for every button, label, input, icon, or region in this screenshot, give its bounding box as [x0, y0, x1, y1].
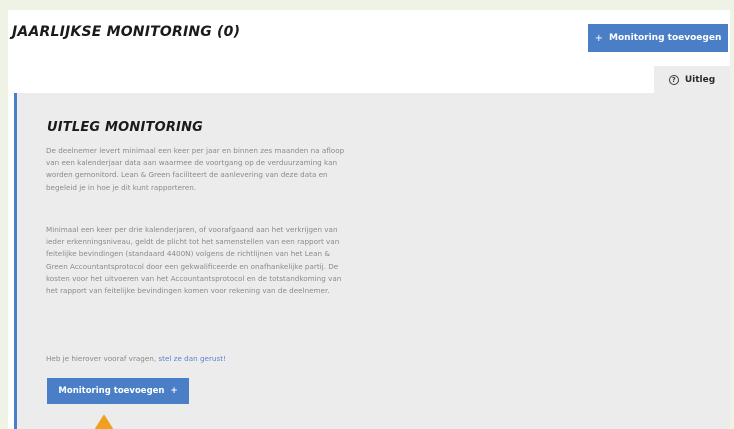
- explanation-paragraph-2: Minimaal een keer per drie kalenderjaren…: [46, 225, 342, 296]
- contact-link[interactable]: stel ze dan gerust!: [158, 354, 226, 363]
- help-circle-icon: ?: [668, 75, 679, 85]
- add-monitoring-label: Monitoring toevoegen: [609, 33, 722, 43]
- plus-icon: +: [594, 32, 604, 44]
- annotation-arrow-icon: [94, 415, 114, 429]
- explanation-box: UITLEG MONITORING De deelnemer levert mi…: [14, 93, 730, 429]
- page-title: JAARLIJKSE MONITORING (0): [12, 24, 241, 40]
- tab-uitleg[interactable]: ? Uitleg: [654, 66, 730, 94]
- add-monitoring-bottom-button[interactable]: Monitoring toevoegen +: [47, 378, 189, 404]
- explanation-paragraph-3: Heb je hierover vooraf vragen, stel ze d…: [46, 353, 346, 365]
- tab-uitleg-label: Uitleg: [684, 75, 716, 85]
- explanation-title: UITLEG MONITORING: [47, 120, 204, 135]
- explanation-paragraph-1: De deelnemer levert minimaal een keer pe…: [46, 146, 345, 192]
- add-monitoring-bottom-label: Monitoring toevoegen: [58, 386, 165, 396]
- plus-icon: +: [170, 386, 178, 396]
- question-text: Heb je hierover vooraf vragen,: [46, 354, 159, 363]
- add-monitoring-button[interactable]: + Monitoring toevoegen: [588, 24, 728, 52]
